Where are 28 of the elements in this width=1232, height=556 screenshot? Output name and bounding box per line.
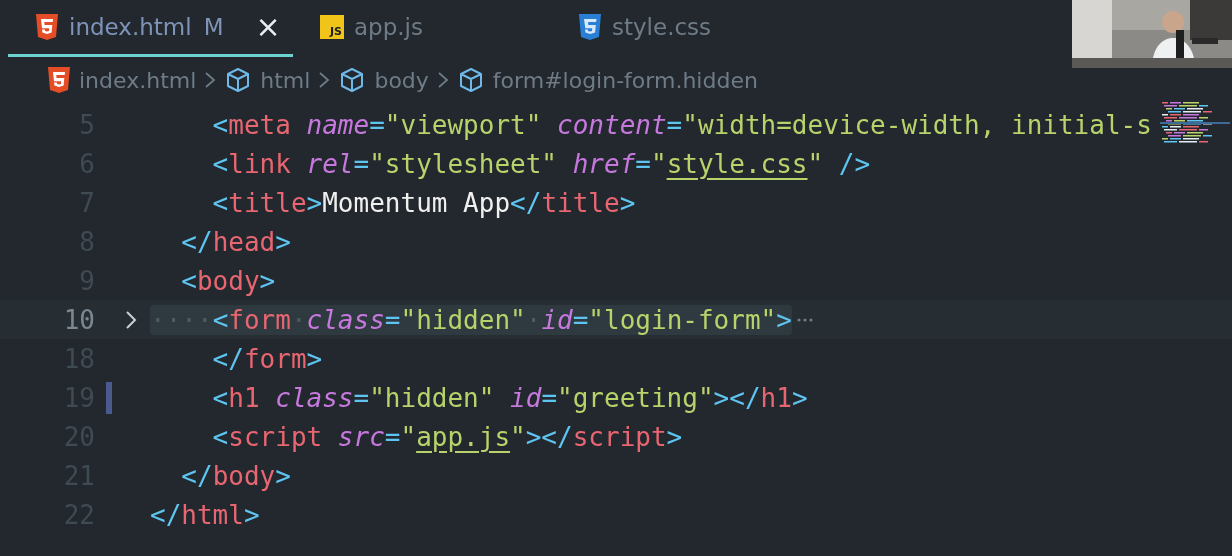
code-line: <body> xyxy=(180,265,276,296)
chevron-icon xyxy=(436,70,449,90)
modified-label: M xyxy=(203,14,224,40)
breadcrumb-item[interactable]: form#login-form.hidden xyxy=(492,67,758,93)
code-line: </form> xyxy=(211,343,323,374)
code-line: <link rel="stylesheet" href="style.css" /> xyxy=(211,148,871,179)
code-line: <meta name="viewport" content="width=device-width, initial-s xyxy=(211,109,1152,140)
html5-shield-icon xyxy=(47,67,71,93)
editor-tab[interactable]: index.html M × xyxy=(8,0,293,57)
code-line: <script src="app.js"></script> xyxy=(211,421,683,452)
js-file-icon: JS xyxy=(320,15,344,39)
line-number: 10 xyxy=(62,304,95,335)
chevron-icon xyxy=(204,70,217,90)
chevron-icon xyxy=(318,70,331,90)
code-line: <h1 class="hidden" id="greeting"></h1> xyxy=(211,382,808,413)
breadcrumb-item[interactable]: html xyxy=(260,67,311,93)
chevron-icon[interactable] xyxy=(124,308,138,331)
close-icon[interactable]: × xyxy=(255,12,281,42)
html5-shield-icon xyxy=(35,14,59,40)
code-line: </html> xyxy=(150,499,260,530)
code-line: <title>Momentum App</title> xyxy=(211,187,636,218)
editor-tab[interactable]: style.css xyxy=(551,0,851,57)
css3-shield-icon xyxy=(578,14,602,40)
code-line: </head> xyxy=(180,226,291,257)
editor-tab[interactable]: JS app.js xyxy=(293,0,551,57)
breadcrumb-item[interactable]: index.html xyxy=(79,67,197,93)
code-line: </body> xyxy=(180,460,291,491)
breadcrumb-item[interactable]: body xyxy=(374,67,429,93)
